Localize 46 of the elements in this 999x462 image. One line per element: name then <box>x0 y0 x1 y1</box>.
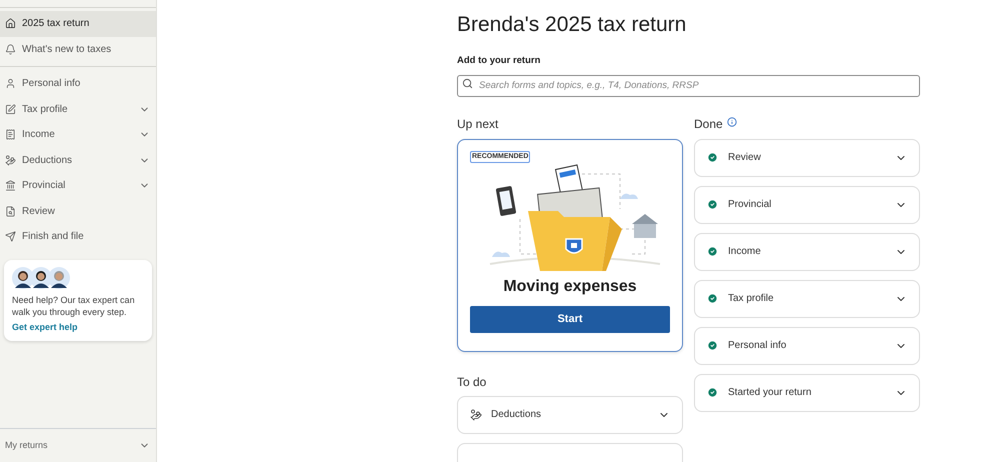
check-icon <box>707 246 718 258</box>
help-text: Need help? Our tax expert can walk you through every step. <box>12 294 136 318</box>
bell-icon <box>5 44 16 55</box>
page-title: Brenda's 2025 tax return <box>457 12 688 38</box>
info-icon[interactable] <box>726 116 737 127</box>
card-title: Moving expenses <box>502 276 638 297</box>
my-returns-item[interactable]: My returns <box>0 428 156 462</box>
avatar <box>48 266 70 288</box>
sidebar-item[interactable]: Personal info <box>0 71 156 96</box>
sidebar-item[interactable]: 2025 tax return <box>0 11 156 36</box>
done-item[interactable]: Income <box>694 232 920 271</box>
todo-item[interactable]: Deductions <box>457 396 683 434</box>
check-icon <box>707 340 718 352</box>
done-item[interactable]: Tax profile <box>694 280 920 318</box>
expert-help-link[interactable]: Get expert help <box>12 320 144 334</box>
home-icon <box>5 18 16 30</box>
done-item[interactable]: Started your return <box>694 374 920 412</box>
section-heading: Done <box>694 116 723 133</box>
done-item[interactable]: Provincial <box>694 186 920 224</box>
sidebar-item[interactable]: Deductions <box>0 148 156 173</box>
check-icon <box>707 293 718 304</box>
check-icon <box>707 152 718 164</box>
bank-icon <box>5 180 16 192</box>
search-field[interactable]: Search forms and topics, e.g., T4, Donations, RRSP <box>457 74 920 97</box>
check-icon <box>707 387 718 398</box>
done-item[interactable]: Personal info <box>694 326 920 365</box>
sidebar-item[interactable]: Income <box>0 122 156 148</box>
hand-coins-icon <box>5 154 16 166</box>
start-button[interactable]: Start <box>470 306 670 333</box>
section-heading: Up next <box>457 116 500 133</box>
edit-icon <box>5 104 16 115</box>
person-icon <box>5 78 16 90</box>
section-heading: To do <box>457 374 488 391</box>
document-search-icon <box>5 206 16 217</box>
done-item[interactable]: Review <box>694 138 920 177</box>
check-icon <box>707 199 718 210</box>
sidebar-item[interactable]: Provincial <box>0 173 156 198</box>
search-label: Add to your return <box>457 54 542 68</box>
sidebar-item[interactable]: Finish and file <box>0 224 156 250</box>
receipt-icon <box>5 129 16 140</box>
sidebar-item[interactable]: Review <box>0 198 156 224</box>
hand-coins-icon <box>470 408 482 421</box>
sidebar-item[interactable]: Tax profile <box>0 96 156 122</box>
send-icon <box>5 231 16 242</box>
search-icon <box>462 78 473 89</box>
sidebar-item[interactable]: What's new to taxes <box>0 36 156 62</box>
